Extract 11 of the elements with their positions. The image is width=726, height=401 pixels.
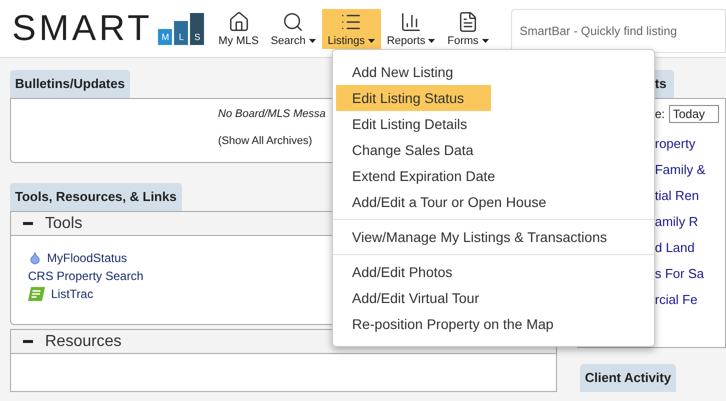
logo-badge: L <box>174 21 188 45</box>
filter-label: e: <box>654 106 665 123</box>
logo-text: SMART <box>12 10 152 46</box>
logo-badge: M <box>158 29 172 45</box>
section-title: Tools <box>45 214 82 234</box>
panel-title: Bulletins/Updates <box>10 70 130 98</box>
bulletin-message: No Board/MLS Messa <box>218 107 326 122</box>
panel-title: Client Activity <box>580 364 676 392</box>
panel-title: Tools, Resources, & Links <box>10 183 182 211</box>
section-title: Resources <box>45 332 122 352</box>
logo-badge: S <box>190 13 204 45</box>
